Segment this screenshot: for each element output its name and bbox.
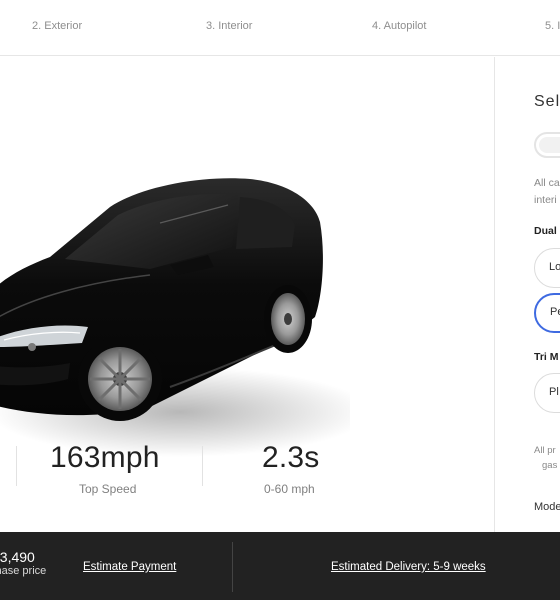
toggle-knob (539, 137, 560, 153)
spec-top-speed-value: 163mph (50, 441, 160, 474)
spec-acceleration-label: 0-60 mph (264, 482, 315, 496)
spec-divider (16, 446, 17, 486)
panel-note-line: All ca (534, 177, 560, 189)
trim-option-performance[interactable]: Pe (534, 293, 560, 333)
step-interior[interactable]: 3. Interior (206, 20, 252, 32)
trim-option-label: Pl (549, 386, 559, 398)
trim-selection-panel: Sele All ca interi Dual Lo Pe Tri M Pl A… (494, 57, 560, 532)
step-exterior[interactable]: 2. Exterior (32, 20, 82, 32)
estimated-delivery-link[interactable]: Estimated Delivery: 5-9 weeks (331, 561, 486, 573)
panel-footnote: All pr gas (534, 443, 557, 473)
trim-option-label: Pe (550, 306, 560, 318)
panel-note-line: interi (534, 194, 557, 206)
group-title-tri-motor: Tri M (534, 351, 559, 363)
spec-top-speed-label: Top Speed (79, 482, 137, 496)
panel-model-link[interactable]: Mode (534, 501, 560, 513)
estimate-payment-link[interactable]: Estimate Payment (83, 561, 176, 573)
panel-note: All ca interi (534, 175, 560, 209)
panel-footnote-line: gas (542, 460, 558, 471)
panel-title: Sele (534, 93, 560, 110)
step-autopilot[interactable]: 4. Autopilot (372, 20, 426, 32)
bottom-summary-bar: 93,490 chase price Estimate Payment Esti… (0, 532, 560, 600)
spec-divider (202, 446, 203, 486)
car-image (0, 178, 350, 457)
group-title-dual-motor: Dual (534, 225, 557, 237)
trim-option-label: Lo (549, 261, 560, 273)
option-toggle[interactable] (534, 132, 560, 158)
purchase-price-label: chase price (0, 565, 47, 577)
bottom-divider (232, 542, 233, 592)
trim-option-plaid[interactable]: Pl (534, 373, 560, 413)
panel-footnote-line: All pr (534, 445, 556, 456)
spec-acceleration-value: 2.3s (262, 441, 320, 474)
step-5[interactable]: 5. I (545, 20, 560, 32)
purchase-price: 93,490 (0, 549, 35, 565)
trim-option-long-range[interactable]: Lo (534, 248, 560, 288)
configurator-steps-nav: 2. Exterior 3. Interior 4. Autopilot 5. … (0, 0, 560, 56)
